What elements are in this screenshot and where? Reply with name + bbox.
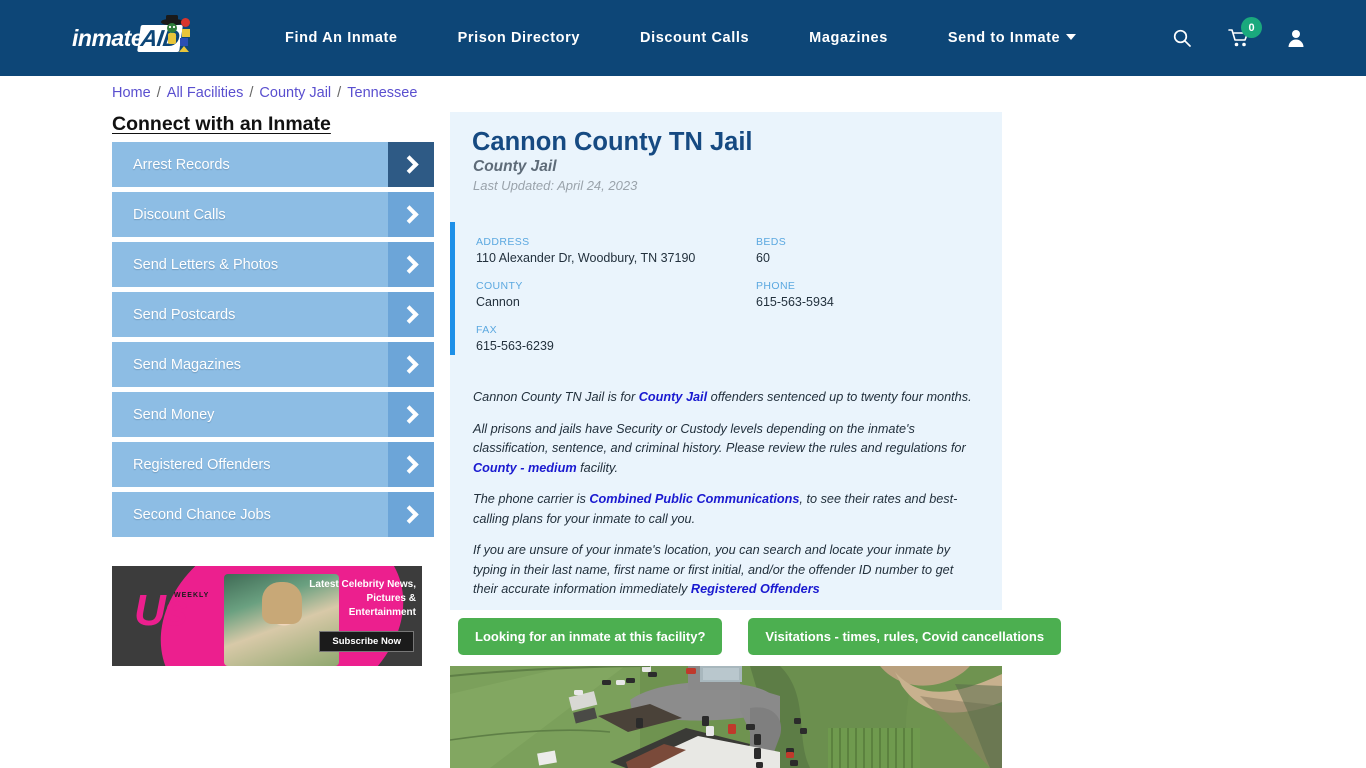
description-paragraph: All prisons and jails have Security or C… [473, 420, 973, 479]
nav-prison-directory[interactable]: Prison Directory [428, 30, 610, 46]
inline-link[interactable]: Combined Public Communications [589, 492, 799, 506]
facility-description: Cannon County TN Jail is for County Jail… [473, 388, 973, 612]
satellite-imagery [450, 666, 1002, 768]
chevron-right-icon [388, 492, 434, 537]
detail-value: 615-563-5934 [756, 295, 834, 309]
chevron-right-icon [388, 442, 434, 487]
paragraph-text: Cannon County TN Jail is for [473, 390, 639, 404]
sidebar-item-label: Send Money [133, 406, 215, 423]
cart-count-badge: 0 [1241, 17, 1262, 38]
sidebar-item-registered-offenders[interactable]: Registered Offenders [112, 442, 434, 487]
sidebar-item-send-magazines[interactable]: Send Magazines [112, 342, 434, 387]
chevron-right-icon [388, 392, 434, 437]
sidebar-title: Connect with an Inmate [112, 113, 331, 135]
chevron-right-icon [388, 292, 434, 337]
site-logo[interactable]: inmateAID [72, 15, 196, 60]
ad-photo-subject [262, 582, 302, 624]
ad-brand-sublabel: WEEKLY [174, 592, 210, 599]
sidebar-item-label: Registered Offenders [133, 456, 271, 473]
header-icons: 0 [1172, 0, 1306, 76]
paragraph-text: The phone carrier is [473, 492, 590, 506]
detail-label: FAX [476, 324, 498, 336]
last-updated-label: Last Updated: April 24, 2023 [473, 178, 638, 193]
description-paragraph: The phone carrier is Combined Public Com… [473, 490, 973, 529]
detail-county: COUNTY Cannon [476, 280, 756, 309]
paragraph-text: facility. [576, 460, 618, 475]
nav-magazines[interactable]: Magazines [779, 30, 918, 46]
sidebar-ad-banner[interactable]: Us WEEKLY Latest Celebrity News, Picture… [112, 566, 422, 666]
ad-subscribe-button[interactable]: Subscribe Now [319, 631, 414, 652]
main-nav: Find An Inmate Prison Directory Discount… [255, 0, 1106, 76]
breadcrumb-item-county-jail[interactable]: County Jail [259, 85, 331, 101]
detail-label: BEDS [756, 236, 787, 248]
facility-satellite-map[interactable] [450, 666, 1002, 768]
detail-label: COUNTY [476, 280, 523, 292]
info-accent-bar [450, 222, 455, 355]
chevron-right-icon [388, 242, 434, 287]
detail-beds: BEDS 60 [756, 236, 996, 265]
chevron-right-icon [388, 342, 434, 387]
chevron-right-icon [388, 142, 434, 187]
detail-value: 110 Alexander Dr, Woodbury, TN 37190 [476, 251, 696, 265]
paragraph-text: All prisons and jails have Security or C… [473, 421, 966, 456]
sidebar-item-send-postcards[interactable]: Send Postcards [112, 292, 434, 337]
sidebar-item-arrest-records[interactable]: Arrest Records [112, 142, 434, 187]
cta-button-row: Looking for an inmate at this facility? … [458, 618, 1062, 655]
paragraph-text: offenders sentenced up to twenty four mo… [707, 390, 972, 404]
sidebar-item-label: Send Letters & Photos [133, 256, 279, 273]
inline-link[interactable]: County Jail [639, 390, 707, 404]
sidebar-menu: Arrest Records Discount Calls Send Lette… [112, 142, 434, 542]
visitations-button[interactable]: Visitations - times, rules, Covid cancel… [748, 618, 1062, 655]
sidebar-item-second-chance-jobs[interactable]: Second Chance Jobs [112, 492, 434, 537]
account-button[interactable] [1286, 28, 1306, 48]
breadcrumb-item-tennessee[interactable]: Tennessee [347, 85, 417, 101]
description-paragraph: Cannon County TN Jail is for County Jail… [473, 388, 973, 408]
breadcrumb-separator: / [152, 85, 165, 101]
search-icon [1173, 29, 1191, 47]
breadcrumb: Home / All Facilities / County Jail / Te… [112, 85, 417, 101]
detail-label: PHONE [756, 280, 796, 292]
sidebar-item-send-money[interactable]: Send Money [112, 392, 434, 437]
sidebar-item-label: Discount Calls [133, 206, 226, 223]
detail-value: Cannon [476, 295, 520, 309]
description-paragraph: If you are unsure of your inmate's locat… [473, 541, 973, 600]
breadcrumb-separator: / [333, 85, 346, 101]
breadcrumb-item-all-facilities[interactable]: All Facilities [167, 85, 244, 101]
chevron-down-icon [1066, 34, 1077, 40]
detail-label: ADDRESS [476, 236, 530, 248]
breadcrumb-separator: / [245, 85, 258, 101]
sidebar-item-label: Send Magazines [133, 356, 242, 373]
nav-send-to-inmate[interactable]: Send to Inmate [918, 30, 1106, 46]
find-inmate-button[interactable]: Looking for an inmate at this facility? [458, 618, 723, 655]
ad-copy-text: Latest Celebrity News, Pictures & Entert… [309, 579, 416, 618]
mascot-icon [161, 15, 190, 52]
facility-type-subtitle: County Jail [473, 158, 557, 175]
cart-button[interactable]: 0 [1228, 17, 1262, 48]
inline-link[interactable]: County - medium [473, 461, 577, 475]
sidebar-item-label: Second Chance Jobs [133, 506, 271, 523]
detail-value: 60 [756, 251, 770, 265]
page-title: Cannon County TN Jail [472, 128, 753, 156]
sidebar-item-label: Send Postcards [133, 306, 236, 323]
search-button[interactable] [1172, 28, 1192, 48]
sidebar-item-send-letters-photos[interactable]: Send Letters & Photos [112, 242, 434, 287]
sidebar-item-discount-calls[interactable]: Discount Calls [112, 192, 434, 237]
inline-link[interactable]: Registered Offenders [691, 582, 820, 596]
facility-details: ADDRESS 110 Alexander Dr, Woodbury, TN 3… [476, 236, 996, 353]
detail-fax: FAX 615-563-6239 [476, 324, 756, 353]
sidebar-item-label: Arrest Records [133, 156, 230, 173]
site-header: inmateAID Find An Inmate Prison Director… [0, 0, 1366, 76]
detail-phone: PHONE 615-563-5934 [756, 280, 996, 309]
chevron-right-icon [388, 192, 434, 237]
detail-address: ADDRESS 110 Alexander Dr, Woodbury, TN 3… [476, 236, 756, 265]
user-account-icon [1288, 30, 1304, 47]
nav-discount-calls[interactable]: Discount Calls [610, 30, 779, 46]
nav-find-an-inmate[interactable]: Find An Inmate [255, 30, 428, 46]
detail-value: 615-563-6239 [476, 339, 554, 353]
breadcrumb-item-home[interactable]: Home [112, 85, 151, 101]
